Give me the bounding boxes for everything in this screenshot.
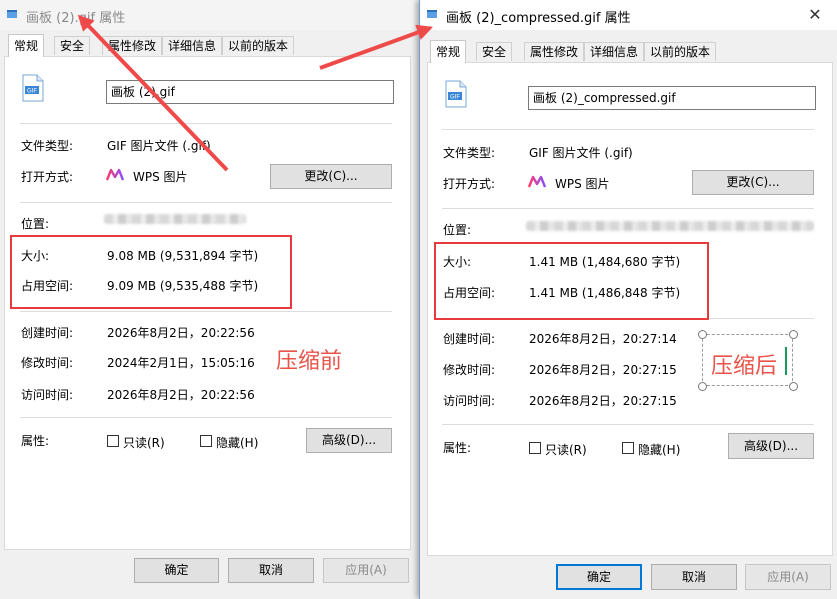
properties-dialog-compressed: 画板 (2)_compressed.gif 属性 ✕ 常规 安全 属性修改 详细… [419,0,837,599]
modified-value: 2026年8月2日，20:27:15 [529,363,677,377]
apply-button[interactable]: 应用(A) [745,564,831,590]
divider [20,311,392,312]
tab-security[interactable]: 安全 [476,42,513,61]
filetype-value: GIF 图片文件 (.gif) [529,146,633,160]
tab-general[interactable]: 常规 [8,34,45,57]
modified-label: 修改时间: [443,363,496,377]
gif-file-icon: GIF [22,74,44,102]
created-label: 创建时间: [443,332,496,346]
tab-previous-versions[interactable]: 以前的版本 [644,42,717,61]
location-value-redacted [104,214,246,224]
resize-handle[interactable] [789,382,798,391]
created-label: 创建时间: [21,326,74,340]
hidden-label[interactable]: 隐藏(H) [216,434,258,451]
tab-details[interactable]: 详细信息 [584,42,645,61]
modified-label: 修改时间: [21,356,74,370]
properties-icon [7,10,17,18]
tab-previous-versions[interactable]: 以前的版本 [222,36,295,55]
tab-attribute-edit[interactable]: 属性修改 [102,36,163,55]
created-value: 2026年8月2日，20:27:14 [529,332,677,346]
hidden-checkbox[interactable] [622,442,634,454]
window-title: 画板 (2)_compressed.gif 属性 [446,11,631,26]
filetype-value: GIF 图片文件 (.gif) [107,139,211,153]
readonly-label[interactable]: 只读(R) [545,441,587,458]
wps-picture-icon [106,168,124,181]
properties-dialog-original: 画板 (2).gif 属性 常规 安全 属性修改 详细信息 以前的版本 GIF … [0,0,414,599]
svg-text:GIF: GIF [27,89,37,95]
divider [442,129,814,130]
accessed-value: 2026年8月2日，20:27:15 [529,394,677,408]
svg-text:GIF: GIF [450,95,460,101]
annotation-before: 压缩前 [276,349,343,374]
openwith-label: 打开方式: [443,177,496,191]
attributes-label: 属性: [21,434,50,448]
readonly-checkbox[interactable] [529,442,541,454]
divider [442,208,814,209]
tab-details[interactable]: 详细信息 [162,36,223,55]
readonly-label[interactable]: 只读(R) [123,434,165,451]
divider [20,417,392,418]
size-highlight-box [434,242,709,320]
title-bar[interactable]: 画板 (2).gif 属性 [0,0,414,30]
text-cursor [785,347,787,375]
window-title: 画板 (2).gif 属性 [26,11,126,26]
resize-handle[interactable] [698,330,707,339]
tab-strip: 常规 安全 属性修改 详细信息 以前的版本 [4,34,414,57]
divider [442,424,814,425]
modified-value: 2024年2月1日，15:05:16 [107,356,255,370]
gif-file-icon: GIF [445,80,467,108]
tab-security[interactable]: 安全 [54,36,91,55]
close-icon[interactable]: ✕ [806,5,824,24]
ok-button[interactable]: 确定 [134,558,219,583]
accessed-value: 2026年8月2日，20:22:56 [107,388,255,402]
cancel-button[interactable]: 取消 [228,558,314,583]
title-bar[interactable]: 画板 (2)_compressed.gif 属性 ✕ [420,0,837,30]
advanced-button[interactable]: 高级(D)... [306,428,392,453]
location-label: 位置: [443,223,472,237]
location-label: 位置: [21,217,50,231]
readonly-checkbox[interactable] [107,435,119,447]
accessed-label: 访问时间: [21,388,74,402]
accessed-label: 访问时间: [443,394,496,408]
filetype-label: 文件类型: [21,139,74,153]
resize-handle[interactable] [789,330,798,339]
resize-handle[interactable] [698,382,707,391]
tab-strip: 常规 安全 属性修改 详细信息 以前的版本 [424,34,837,63]
filetype-label: 文件类型: [443,146,496,160]
openwith-label: 打开方式: [21,170,74,184]
filename-field[interactable]: 画板 (2).gif [106,80,394,104]
advanced-button[interactable]: 高级(D)... [728,433,814,459]
apply-button[interactable]: 应用(A) [323,558,409,583]
cancel-button[interactable]: 取消 [651,564,737,590]
created-value: 2026年8月2日，20:22:56 [107,326,255,340]
change-button[interactable]: 更改(C)... [692,170,814,195]
tab-general[interactable]: 常规 [430,40,467,63]
openwith-app: WPS 图片 [133,170,188,184]
hidden-label[interactable]: 隐藏(H) [638,441,680,458]
tab-attribute-edit[interactable]: 属性修改 [524,42,585,61]
size-highlight-box [10,235,292,309]
divider [20,123,392,124]
change-button[interactable]: 更改(C)... [270,164,392,189]
hidden-checkbox[interactable] [200,435,212,447]
attributes-label: 属性: [443,441,472,455]
properties-icon [427,10,437,18]
filename-field[interactable]: 画板 (2)_compressed.gif [528,86,816,110]
ok-button[interactable]: 确定 [556,564,642,590]
location-value-redacted [526,221,814,231]
openwith-app: WPS 图片 [555,177,610,191]
divider [20,202,392,203]
annotation-after: 压缩后 [711,354,778,379]
wps-picture-icon [528,175,546,188]
